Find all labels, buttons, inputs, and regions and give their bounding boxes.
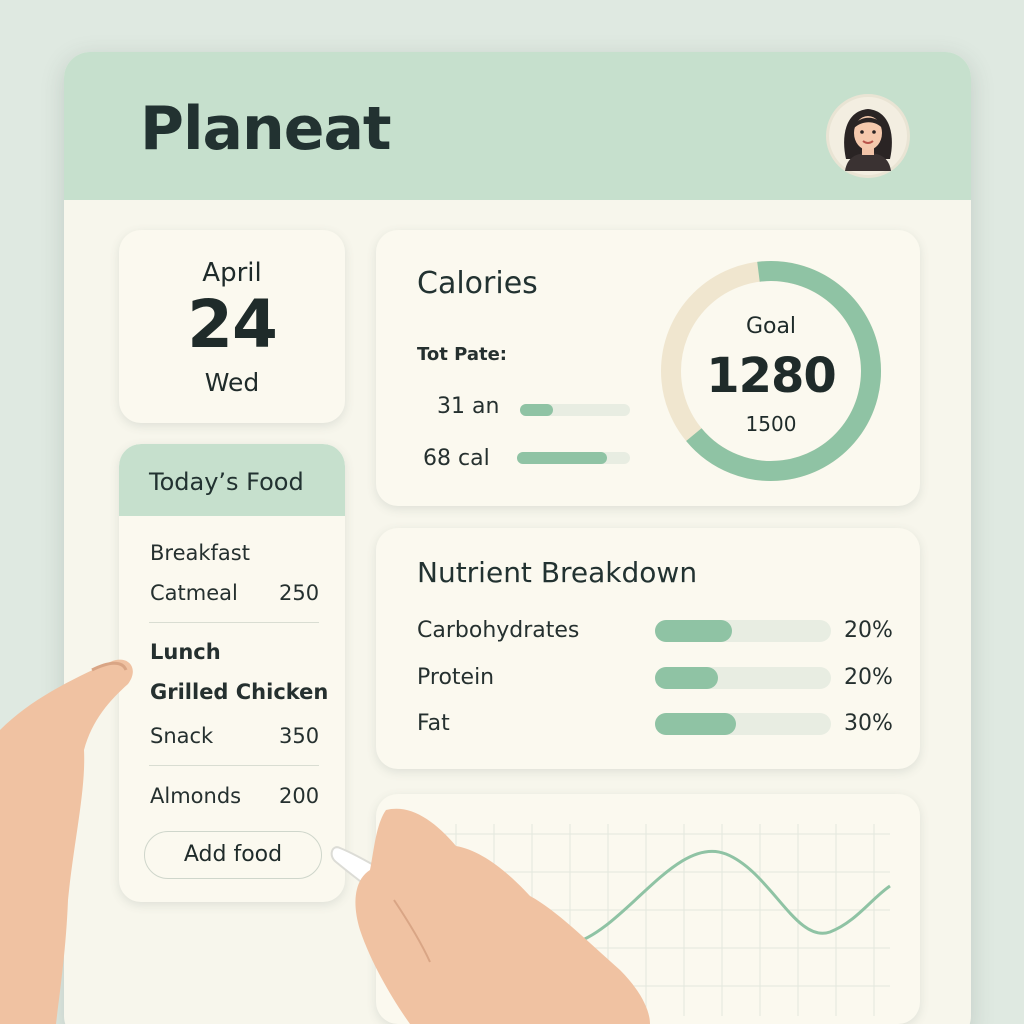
calories-progress-fill [517,452,608,464]
nutrient-bar [655,713,831,735]
user-avatar-icon[interactable] [826,94,910,178]
trend-line [571,849,891,946]
nutrient-percent: 30% [844,711,893,736]
calories-progress-bar [517,452,630,464]
nutrient-bar-fill [655,667,719,689]
nutrient-bar-fill [655,713,736,735]
calories-title: Calories [417,266,538,301]
graph-grid [436,824,890,1016]
nutrient-label: Fat [417,711,450,736]
calories-row-label: 68 cal [423,446,490,471]
calories-progress-fill [520,404,553,416]
nutrient-breakdown-card: Nutrient Breakdown Carbohydrates 20% Pro… [376,528,920,769]
nutrient-percent: 20% [844,665,893,690]
nutrient-bar [655,667,831,689]
nutrient-label: Carbohydrates [417,618,580,643]
food-item-name[interactable]: Catmeal [150,581,238,605]
today-food-header: Today’s Food [119,444,345,516]
divider [149,765,319,766]
today-food-title: Today’s Food [149,468,304,496]
nutrient-percent: 20% [844,618,893,643]
meal-label-snack: Snack [150,724,214,748]
date-weekday: Wed [204,368,260,397]
app-window: Planeat April 24 Wed Today’s Food Breakf… [64,52,971,1024]
goal-target: 1500 [745,412,797,436]
calories-subtitle: Tot Pate: [417,344,507,365]
meal-label-lunch: Lunch [150,640,221,664]
calories-row-label: 31 an [437,394,500,419]
trend-graph [436,824,891,1016]
date-card: April 24 Wed [119,230,345,423]
nutrient-bar-fill [655,620,733,642]
food-item-calories: 200 [279,784,320,808]
app-header: Planeat [64,52,971,200]
date-month: April [202,258,262,288]
food-item-name[interactable]: Almonds [150,784,241,808]
nutrient-label: Protein [417,665,495,690]
date-day: 24 [187,286,278,363]
calories-progress-bar [520,404,630,416]
nutrient-bar [655,620,831,642]
food-item-name[interactable]: Grilled Chicken [150,680,328,704]
nutrient-breakdown-title: Nutrient Breakdown [417,556,698,589]
goal-label: Goal [745,314,797,339]
goal-value: 1280 [706,348,837,404]
trend-graph-card [376,794,920,1024]
food-item-calories: 350 [279,724,320,748]
divider [149,622,319,623]
food-item-calories: 250 [279,581,320,605]
calories-card: Calories Tot Pate: 31 an 68 cal Goal 128… [376,230,920,506]
add-food-button[interactable]: Add food [144,831,322,879]
today-food-card: Today’s Food Breakfast Catmeal 250 Lunch… [119,444,345,902]
app-title: Planeat [140,94,392,164]
meal-label-breakfast: Breakfast [150,541,250,565]
